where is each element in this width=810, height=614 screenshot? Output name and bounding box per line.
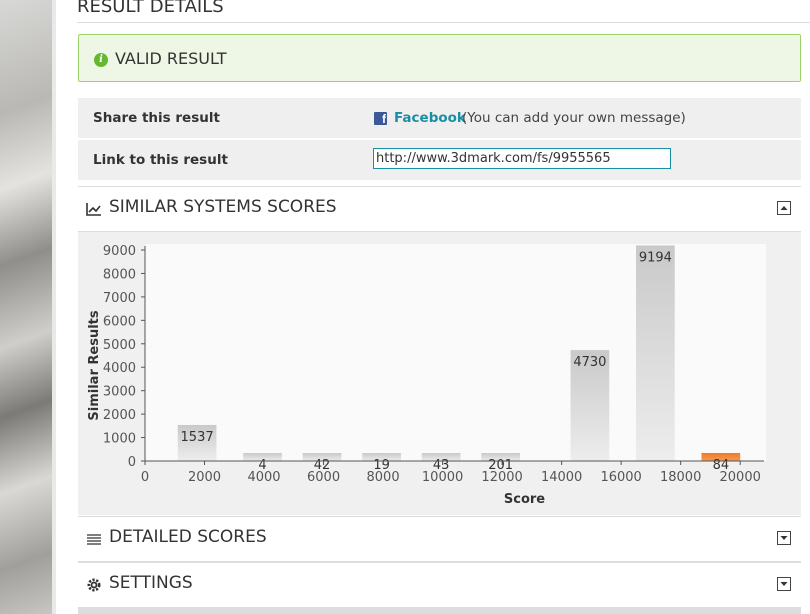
share-row: Share this result f Facebook (You can ad… [78, 98, 801, 140]
y-tick-label: 9000 [103, 244, 136, 259]
y-tick-label: 7000 [103, 291, 136, 306]
chevron-down-icon [780, 582, 788, 586]
header-divider [77, 22, 810, 23]
valid-result-text: VALID RESULT [115, 49, 227, 68]
valid-result-banner: i VALID RESULT [78, 34, 801, 82]
bar-value-label: 1537 [181, 430, 214, 445]
facebook-note: (You can add your own message) [462, 110, 686, 126]
settings-header[interactable]: SETTINGS [78, 562, 801, 608]
gear-icon [87, 578, 101, 592]
x-tick-label: 0 [141, 470, 149, 485]
x-tick-label: 18000 [660, 470, 701, 485]
list-icon [87, 534, 101, 545]
x-tick-label: 4000 [247, 470, 280, 485]
x-axis-label: Score [504, 492, 545, 507]
chart-canvas: 15374 42 19 43 20147309194840100020003000400… [87, 244, 766, 507]
x-tick-label: 12000 [481, 470, 522, 485]
y-tick-label: 3000 [103, 385, 136, 400]
y-axis-label: Similar Results [87, 310, 102, 420]
collapse-toggle-button[interactable] [777, 201, 791, 215]
section-header: RESULT DETAILS [77, 0, 224, 17]
y-tick-label: 4000 [103, 361, 136, 376]
x-tick-label: 16000 [600, 470, 641, 485]
similar-systems-header[interactable]: SIMILAR SYSTEMS SCORES [78, 186, 801, 232]
line-chart-icon [86, 203, 101, 216]
expand-toggle-button[interactable] [777, 531, 791, 545]
x-tick-label: 20000 [720, 470, 761, 485]
share-label: Share this result [93, 110, 220, 126]
x-tick-label: 6000 [307, 470, 340, 485]
chart-bar [636, 245, 675, 461]
y-tick-label: 0 [128, 455, 136, 470]
similar-scores-chart: 1537 4 42 19 43 201 4730 9194 84 0 1000 2000 3000 400… [78, 232, 801, 515]
link-label: Link to this result [93, 152, 228, 168]
chevron-down-icon [780, 536, 788, 540]
bottom-divider [78, 607, 801, 614]
y-tick-label: 2000 [103, 408, 136, 423]
y-tick-label: 8000 [103, 267, 136, 282]
x-tick-label: 2000 [188, 470, 221, 485]
x-tick-label: 10000 [422, 470, 463, 485]
info-circle-icon: i [94, 53, 108, 67]
result-details-panel: RESULT DETAILS i VALID RESULT Share this… [60, 0, 810, 614]
similar-systems-title: SIMILAR SYSTEMS SCORES [109, 197, 337, 217]
facebook-icon[interactable]: f [374, 112, 387, 125]
bar-value-label: 9194 [639, 250, 672, 265]
x-tick-label: 8000 [367, 470, 400, 485]
result-link-field[interactable]: http://www.3dmark.com/fs/9955565 [373, 148, 671, 169]
detailed-scores-header[interactable]: DETAILED SCORES [78, 516, 801, 562]
x-tick-label: 14000 [541, 470, 582, 485]
bar-value-label: 4730 [573, 355, 606, 370]
facebook-share-link[interactable]: Facebook [394, 110, 466, 126]
background-image [0, 0, 56, 614]
detailed-scores-title: DETAILED SCORES [109, 527, 267, 547]
chevron-up-icon [780, 206, 788, 210]
y-tick-label: 5000 [103, 338, 136, 353]
link-row: Link to this result http://www.3dmark.co… [78, 140, 801, 182]
expand-toggle-button[interactable] [777, 577, 791, 591]
y-tick-label: 1000 [103, 432, 136, 447]
settings-title: SETTINGS [109, 573, 193, 593]
y-tick-label: 6000 [103, 314, 136, 329]
